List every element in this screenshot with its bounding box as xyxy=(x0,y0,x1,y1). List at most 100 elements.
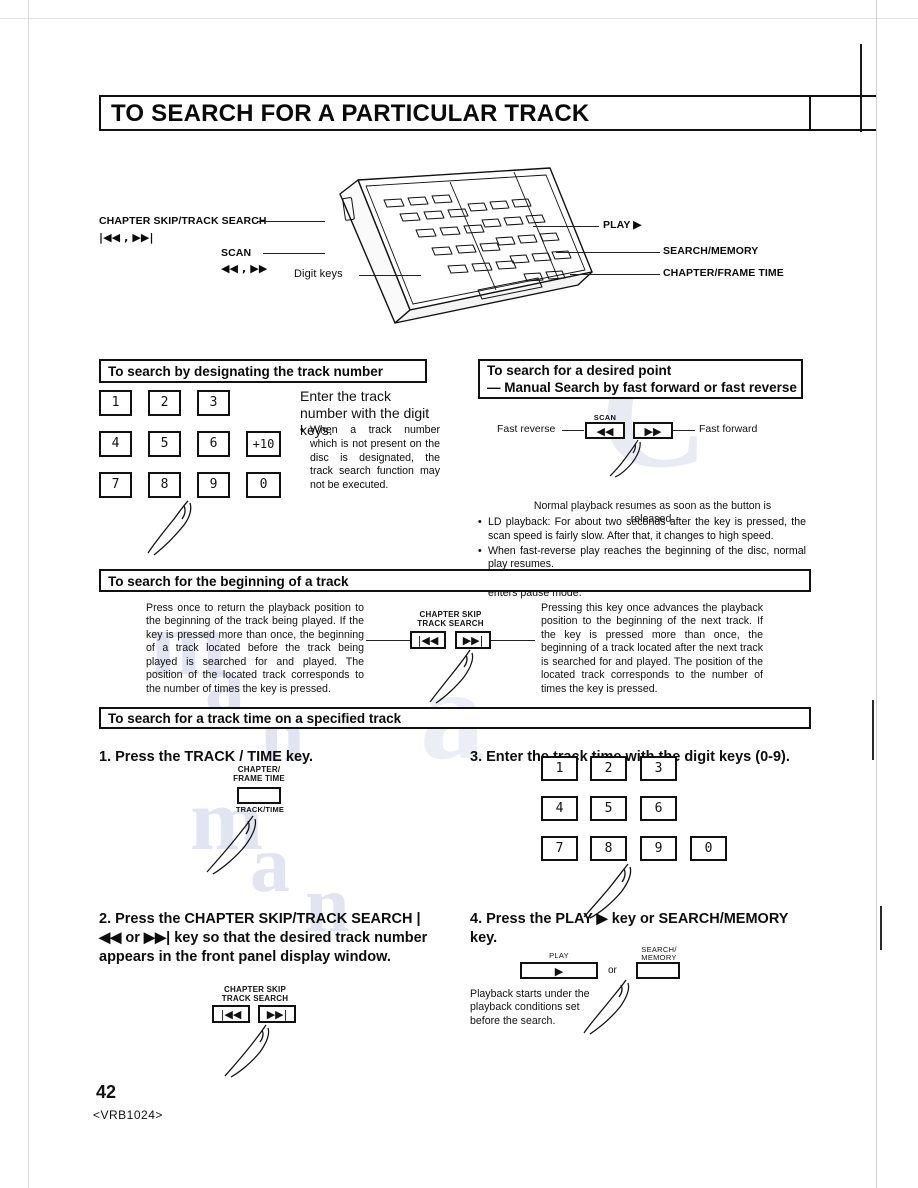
title-rule xyxy=(811,95,876,97)
digit-key-4[interactable]: 4 xyxy=(99,431,132,457)
digit-key-8[interactable]: 8 xyxy=(148,472,181,498)
scan-fast-reverse-button[interactable]: ◀◀ xyxy=(585,422,625,439)
callout-leader-line xyxy=(556,252,660,253)
section-header-beginning-of-track: To search for the beginning of a track xyxy=(99,569,811,592)
bullet-text: When fast-reverse play reaches the begin… xyxy=(488,544,806,571)
step3-digit-key-2[interactable]: 2 xyxy=(590,756,627,781)
play-button-label: PLAY xyxy=(549,951,569,960)
callout-scan: SCAN xyxy=(221,247,252,259)
bullet-text: When a track number which is not present… xyxy=(310,424,440,492)
step3-digit-key-4[interactable]: 4 xyxy=(541,796,578,821)
section-header-track-time-label: To search for a track time on a specifie… xyxy=(108,711,402,726)
track-time-button[interactable] xyxy=(237,787,281,804)
step2-track-search-next-button[interactable]: ▶▶| xyxy=(258,1005,296,1023)
callout-leader-line xyxy=(673,430,695,431)
section-header-desired-point-line1: To search for a desired point xyxy=(487,363,672,378)
step3-digit-key-9[interactable]: 9 xyxy=(640,836,677,861)
pointing-finger-illustration xyxy=(609,439,641,478)
chapter-skip-button-label-line2: TRACK SEARCH xyxy=(417,619,484,628)
search-memory-button[interactable] xyxy=(636,962,680,979)
page-edge-artifact-right xyxy=(876,0,877,1188)
section-header-track-number: To search by designating the track numbe… xyxy=(99,359,427,383)
track-search-previous-button[interactable]: |◀◀ xyxy=(410,631,446,649)
or-label: or xyxy=(608,965,617,976)
step3-digit-key-6[interactable]: 6 xyxy=(640,796,677,821)
digit-key-7[interactable]: 7 xyxy=(99,472,132,498)
section-header-desired-point: To search for a desired point — Manual S… xyxy=(478,359,803,399)
beginning-right-text: Pressing this key once advances the play… xyxy=(541,602,763,695)
step3-digit-key-1[interactable]: 1 xyxy=(541,756,578,781)
step4-note: Playback starts under the playback condi… xyxy=(470,988,590,1027)
page-title: TO SEARCH FOR A PARTICULAR TRACK xyxy=(111,100,590,127)
pointing-finger-illustration xyxy=(224,1024,270,1078)
step3-digit-key-3[interactable]: 3 xyxy=(640,756,677,781)
callout-leader-line xyxy=(263,253,325,254)
remote-control-illustration xyxy=(339,167,593,324)
step-2-text: 2. Press the CHAPTER SKIP/TRACK SEARCH |… xyxy=(99,911,428,966)
page-number: 42 xyxy=(96,1082,117,1102)
step3-digit-key-5[interactable]: 5 xyxy=(590,796,627,821)
callout-leader-line xyxy=(359,275,421,276)
fast-reverse-label: Fast reverse xyxy=(497,423,556,435)
title-rule xyxy=(811,129,876,131)
callout-search-memory: SEARCH/MEMORY xyxy=(663,245,759,257)
bullet-dot: • xyxy=(478,544,482,557)
callout-leader-line xyxy=(562,430,584,431)
pointing-finger-illustration xyxy=(429,649,474,704)
callout-chapter-frame-time: CHAPTER/FRAME TIME xyxy=(663,267,784,279)
page-edge-artifact xyxy=(28,0,29,1188)
track-number-bullets: • When a track number which is not prese… xyxy=(300,424,440,493)
callout-leader-line xyxy=(491,640,535,641)
callout-leader-line xyxy=(257,221,325,222)
scan-rule-artifact xyxy=(880,906,882,950)
pointing-finger-illustration xyxy=(147,500,192,556)
bullet-text: LD playback: For about two seconds after… xyxy=(488,516,806,542)
section-header-desired-point-line2: — Manual Search by fast forward or fast … xyxy=(487,380,797,395)
page-edge-artifact-top xyxy=(0,18,918,19)
section-header-beginning-of-track-label: To search for the beginning of a track xyxy=(108,574,349,589)
section-header-track-time: To search for a track time on a specifie… xyxy=(99,707,811,729)
digit-key-1[interactable]: 1 xyxy=(99,390,132,416)
step3-digit-key-7[interactable]: 7 xyxy=(541,836,578,861)
callout-digit-keys: Digit keys xyxy=(294,268,343,280)
bullet-dot: • xyxy=(300,424,304,436)
digit-key-9[interactable]: 9 xyxy=(197,472,230,498)
digit-key-5[interactable]: 5 xyxy=(148,431,181,457)
bullet-dot: • xyxy=(478,516,482,528)
step-4-text: 4. Press the PLAY ▶ key or SEARCH/MEMORY… xyxy=(470,911,789,947)
scan-fast-forward-button[interactable]: ▶▶ xyxy=(633,422,673,439)
fast-forward-label: Fast forward xyxy=(699,423,758,435)
bullet-item: • When fast-reverse play reaches the beg… xyxy=(478,545,806,573)
step3-digit-key-8[interactable]: 8 xyxy=(590,836,627,861)
search-memory-button-label-line2: MEMORY xyxy=(641,953,677,962)
bullet-item: • When a track number which is not prese… xyxy=(300,424,440,493)
callout-scan-symbols: ◀◀ , ▶▶ xyxy=(221,262,268,275)
digit-key-plus-10[interactable]: +10 xyxy=(246,431,281,457)
scan-rule-artifact xyxy=(860,44,862,132)
page-code: <VRB1024> xyxy=(93,1108,163,1122)
step3-digit-key-0[interactable]: 0 xyxy=(690,836,727,861)
digit-key-6[interactable]: 6 xyxy=(197,431,230,457)
scan-label: SCAN xyxy=(593,413,617,422)
bullet-item: • LD playback: For about two seconds aft… xyxy=(478,516,806,544)
step2-button-label-line2: TRACK SEARCH xyxy=(221,994,289,1003)
callout-chapter-skip-track-search: CHAPTER SKIP/TRACK SEARCH xyxy=(99,215,267,227)
manual-page: m a n m a n C a TO SEARCH FOR A PARTICUL… xyxy=(0,0,918,1188)
scan-rule-artifact xyxy=(872,700,874,760)
section-header-track-number-label: To search by designating the track numbe… xyxy=(108,364,384,379)
callout-chapter-skip-symbols: |◀◀ , ▶▶| xyxy=(99,231,154,244)
page-title-bar: TO SEARCH FOR A PARTICULAR TRACK xyxy=(99,95,811,131)
play-button[interactable]: ▶ xyxy=(520,962,598,979)
digit-key-0[interactable]: 0 xyxy=(246,472,281,498)
beginning-left-text: Press once to return the playback positi… xyxy=(146,602,364,695)
digit-key-2[interactable]: 2 xyxy=(148,390,181,416)
track-search-next-button[interactable]: ▶▶| xyxy=(455,631,491,649)
pointing-finger-illustration xyxy=(206,815,257,875)
callout-leader-line xyxy=(570,274,660,275)
step2-track-search-previous-button[interactable]: |◀◀ xyxy=(212,1005,250,1023)
track-time-button-top-label-line2: FRAME TIME xyxy=(233,774,285,783)
callout-leader-line xyxy=(366,640,410,641)
digit-key-3[interactable]: 3 xyxy=(197,390,230,416)
callout-leader-line xyxy=(533,226,599,227)
callout-play: PLAY ▶ xyxy=(603,219,642,231)
